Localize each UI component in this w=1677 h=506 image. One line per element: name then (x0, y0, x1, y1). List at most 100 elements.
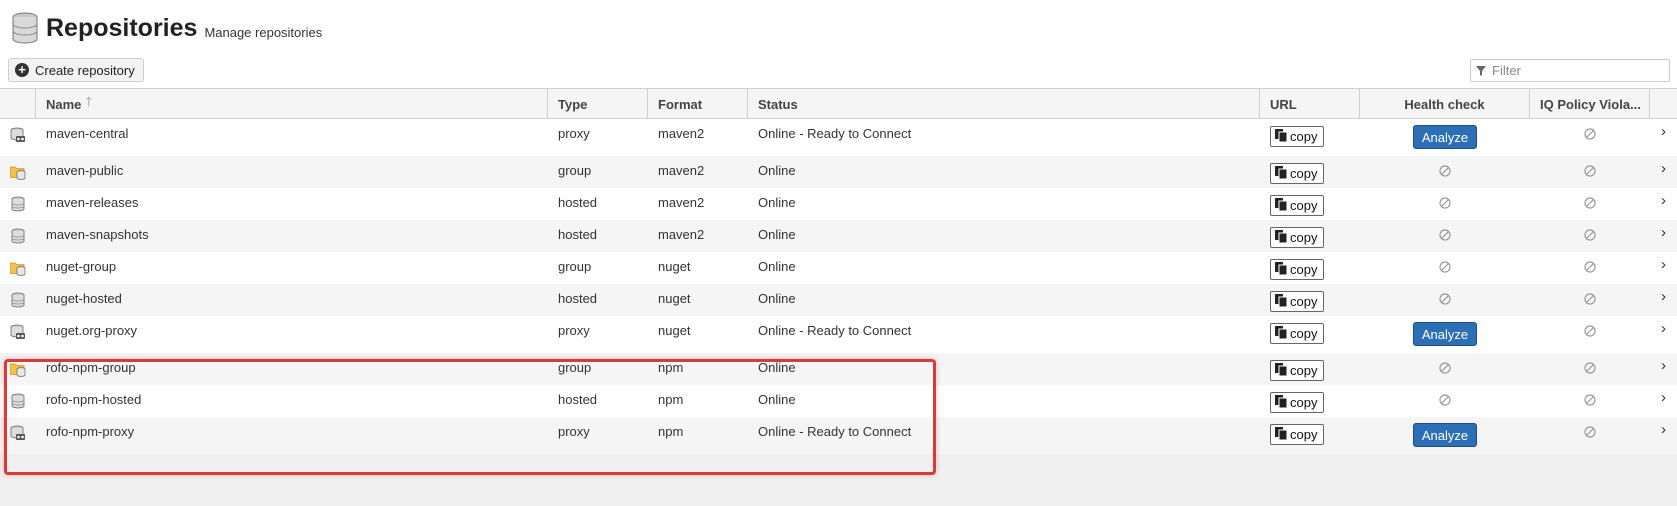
database-icon (12, 12, 38, 44)
copy-icon (1275, 362, 1290, 379)
chevron-right-icon[interactable]: › (1650, 316, 1677, 353)
table-row[interactable]: nuget-hosted hosted nuget Online copy › (0, 284, 1677, 316)
chevron-right-icon[interactable]: › (1650, 252, 1677, 284)
chevron-right-icon[interactable]: › (1650, 156, 1677, 188)
repo-type: hosted (558, 392, 598, 407)
header-format[interactable]: Format (648, 89, 748, 119)
copy-label: copy (1290, 129, 1318, 144)
copy-url-button[interactable]: copy (1270, 323, 1325, 344)
repo-type: hosted (558, 291, 598, 306)
create-repository-label: Create repository (35, 62, 135, 78)
repo-status: Online (758, 360, 796, 375)
health-check-cell (1360, 220, 1530, 252)
repo-type: proxy (558, 126, 590, 141)
chevron-right-icon[interactable]: › (1650, 385, 1677, 417)
iq-disabled-icon (1584, 360, 1596, 385)
header-name[interactable]: Name 🡑 (36, 89, 548, 119)
copy-url-button[interactable]: copy (1270, 195, 1325, 216)
table-row[interactable]: rofo-npm-proxy proxy npm Online - Ready to … (0, 417, 1677, 454)
chevron-right-icon[interactable]: › (1650, 417, 1677, 454)
chevron-right-icon[interactable]: › (1650, 119, 1677, 156)
analyze-button[interactable]: Analyze (1412, 125, 1478, 149)
table-row[interactable]: nuget-group group nuget Online copy › (0, 252, 1677, 284)
repo-name[interactable]: nuget.org-proxy (36, 316, 548, 353)
analyze-button[interactable]: Analyze (1412, 423, 1478, 447)
repo-format: npm (658, 392, 684, 407)
iq-policy-cell (1530, 188, 1650, 220)
repo-status: Online - Ready to Connect (758, 126, 912, 141)
analyze-button[interactable]: Analyze (1412, 322, 1478, 346)
header-status[interactable]: Status (748, 89, 1260, 119)
table-row[interactable]: maven-snapshots hosted maven2 Online copy › (0, 220, 1677, 252)
copy-icon (1275, 229, 1290, 246)
table-row[interactable]: maven-central proxy maven2 Online - Ready t… (0, 119, 1677, 156)
repo-format: npm (658, 360, 684, 375)
repo-type: group (558, 163, 592, 178)
repo-name[interactable]: nuget-group (36, 252, 548, 284)
repo-url: copy (1260, 188, 1360, 220)
repo-type: hosted (558, 227, 598, 242)
hosted-repo-icon (0, 284, 36, 316)
repo-type: proxy (558, 323, 590, 338)
chevron-right-icon[interactable]: › (1650, 188, 1677, 220)
health-disabled-icon (1439, 291, 1451, 316)
repo-status: Online (758, 259, 796, 274)
table-row[interactable]: nuget.org-proxy proxy nuget Online - Ready … (0, 316, 1677, 353)
header-health-check[interactable]: Health check (1360, 89, 1530, 119)
copy-url-button[interactable]: copy (1270, 392, 1325, 413)
hosted-repo-icon (0, 385, 36, 417)
iq-disabled-icon (1584, 424, 1596, 454)
repo-name[interactable]: maven-releases (36, 188, 548, 220)
repo-name[interactable]: nuget-hosted (36, 284, 548, 316)
copy-url-button[interactable]: copy (1270, 163, 1325, 184)
filter-input[interactable] (1492, 63, 1662, 78)
repo-url: copy (1260, 417, 1360, 454)
copy-url-button[interactable]: copy (1270, 424, 1325, 445)
repo-name[interactable]: rofo-npm-group (36, 353, 548, 385)
group-repo-icon (0, 353, 36, 385)
create-repository-button[interactable]: + Create repository (8, 58, 144, 82)
copy-label: copy (1290, 395, 1318, 410)
copy-url-button[interactable]: copy (1270, 360, 1325, 381)
repo-format: maven2 (658, 227, 705, 242)
filter-field[interactable] (1470, 59, 1670, 82)
sort-ascending-icon: 🡑 (85, 94, 93, 109)
header-url[interactable]: URL (1260, 89, 1360, 119)
grid-header: Name 🡑 Type Format Status URL Health chec… (0, 89, 1677, 119)
health-check-cell (1360, 385, 1530, 417)
header-type[interactable]: Type (548, 89, 648, 119)
repo-format: nuget (658, 291, 691, 306)
iq-disabled-icon (1584, 195, 1596, 220)
table-row[interactable]: maven-public group maven2 Online copy › (0, 156, 1677, 188)
copy-label: copy (1290, 326, 1318, 341)
copy-icon (1275, 197, 1290, 214)
repo-format: maven2 (658, 163, 705, 178)
chevron-right-icon[interactable]: › (1650, 284, 1677, 316)
iq-disabled-icon (1584, 323, 1596, 353)
copy-url-button[interactable]: copy (1270, 291, 1325, 312)
repo-name[interactable]: rofo-npm-proxy (36, 417, 548, 454)
repo-type: proxy (558, 424, 590, 439)
repo-name[interactable]: maven-snapshots (36, 220, 548, 252)
page-subtitle: Manage repositories (204, 25, 323, 40)
group-repo-icon (0, 156, 36, 188)
plus-circle-icon: + (15, 63, 29, 77)
copy-label: copy (1290, 262, 1318, 277)
chevron-right-icon[interactable]: › (1650, 220, 1677, 252)
copy-label: copy (1290, 230, 1318, 245)
table-row[interactable]: maven-releases hosted maven2 Online copy › (0, 188, 1677, 220)
iq-policy-cell (1530, 316, 1650, 353)
copy-url-button[interactable]: copy (1270, 227, 1325, 248)
chevron-right-icon[interactable]: › (1650, 353, 1677, 385)
table-row[interactable]: rofo-npm-hosted hosted npm Online copy › (0, 385, 1677, 417)
repo-name[interactable]: rofo-npm-hosted (36, 385, 548, 417)
repo-name[interactable]: maven-public (36, 156, 548, 188)
iq-policy-cell (1530, 252, 1650, 284)
repo-name[interactable]: maven-central (36, 119, 548, 156)
copy-url-button[interactable]: copy (1270, 259, 1325, 280)
copy-url-button[interactable]: copy (1270, 126, 1325, 147)
hosted-repo-icon (0, 188, 36, 220)
table-row[interactable]: rofo-npm-group group npm Online copy › (0, 353, 1677, 385)
repo-url: copy (1260, 220, 1360, 252)
header-iq-policy[interactable]: IQ Policy Viola... (1530, 89, 1650, 119)
